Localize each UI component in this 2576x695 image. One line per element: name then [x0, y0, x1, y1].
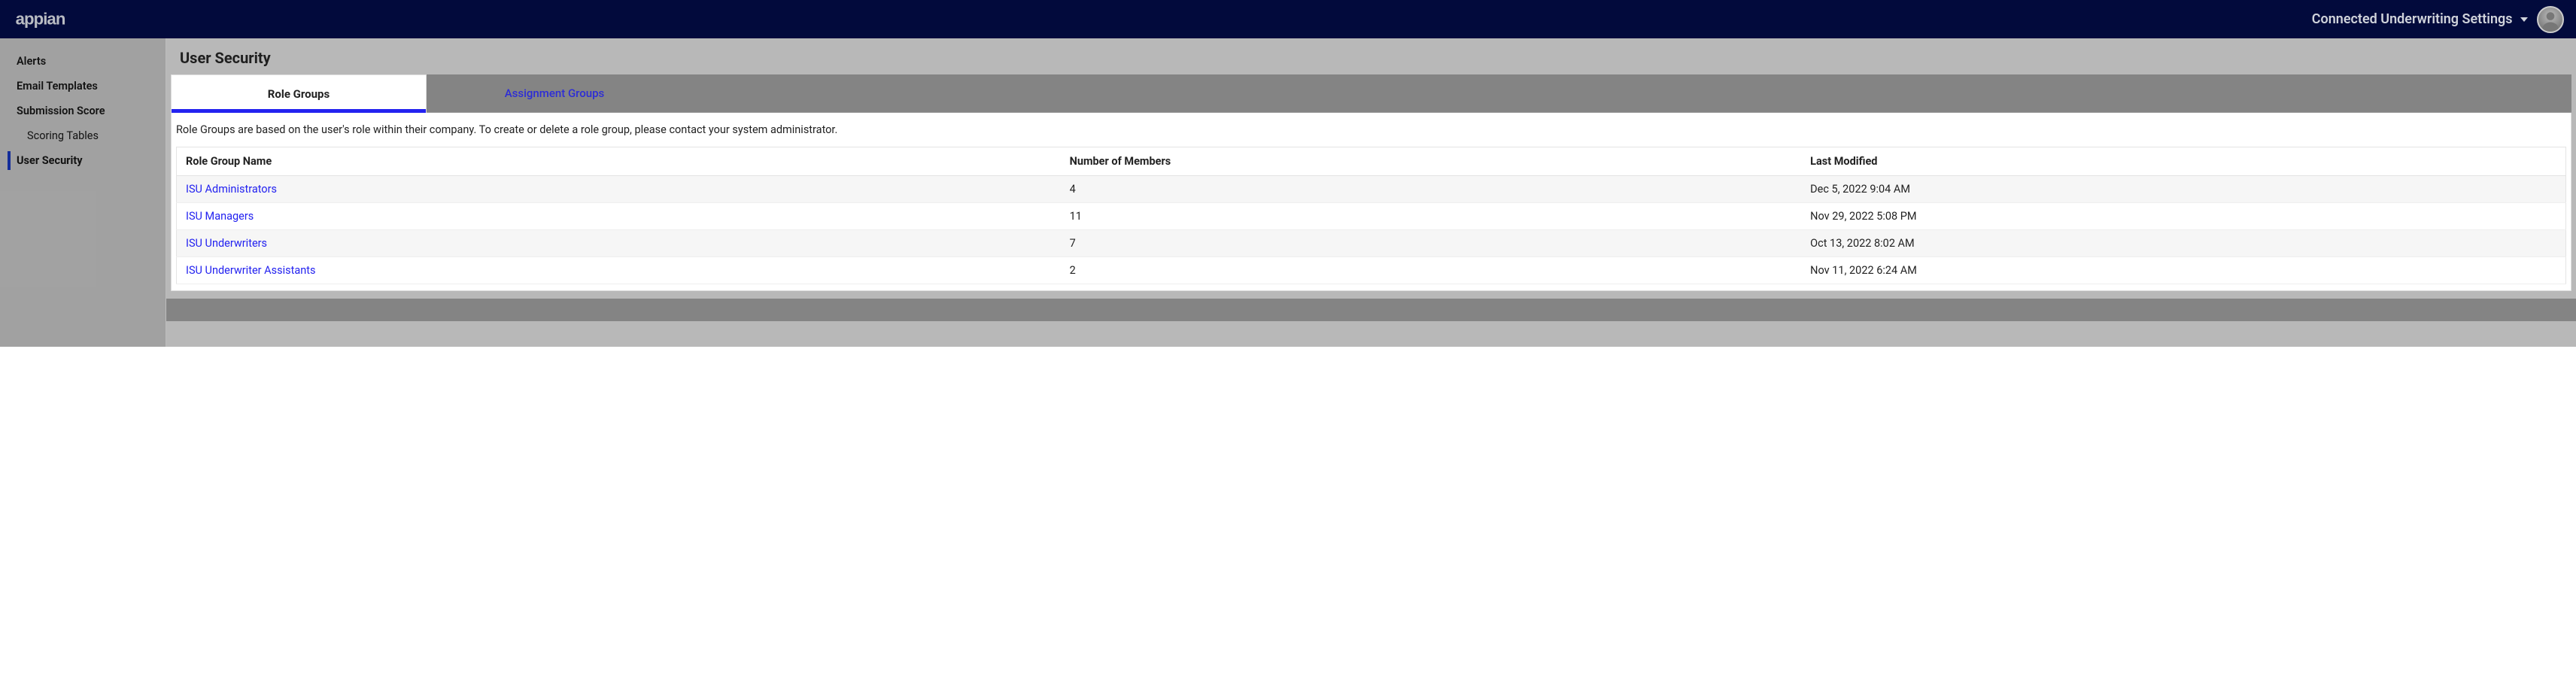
- table-row: ISU Managers 11 Nov 29, 2022 5:08 PM: [177, 203, 2566, 230]
- role-group-link[interactable]: ISU Managers: [186, 210, 254, 223]
- sidebar-item-label: Email Templates: [17, 80, 98, 93]
- settings-dropdown[interactable]: Connected Underwriting Settings: [2312, 11, 2528, 27]
- main-content: User Security Role Groups Assignment Gro…: [166, 38, 2576, 347]
- sidebar-item-email-templates[interactable]: Email Templates: [0, 74, 166, 99]
- col-header-modified[interactable]: Last Modified: [1801, 147, 2565, 176]
- sidebar-item-submission-score[interactable]: Submission Score: [0, 99, 166, 123]
- brand-logo[interactable]: appian: [12, 11, 102, 29]
- user-avatar[interactable]: [2537, 6, 2564, 33]
- role-groups-table: Role Group Name Number of Members Last M…: [176, 147, 2566, 284]
- tab-label: Assignment Groups: [505, 86, 605, 100]
- role-groups-description: Role Groups are based on the user's role…: [172, 113, 2571, 147]
- svg-text:appian: appian: [16, 11, 65, 28]
- cell-members: 4: [1061, 176, 1802, 203]
- table-row: ISU Administrators 4 Dec 5, 2022 9:04 AM: [177, 176, 2566, 203]
- cell-members: 7: [1061, 230, 1802, 257]
- app-header: appian Connected Underwriting Settings: [0, 0, 2576, 38]
- tab-label: Role Groups: [268, 87, 330, 101]
- col-header-name[interactable]: Role Group Name: [177, 147, 1061, 176]
- sidebar-item-label: User Security: [17, 154, 83, 167]
- col-header-members[interactable]: Number of Members: [1061, 147, 1802, 176]
- sidebar-item-scoring-tables[interactable]: Scoring Tables: [0, 123, 166, 148]
- sidebar: Alerts Email Templates Submission Score …: [0, 38, 166, 347]
- sidebar-item-alerts[interactable]: Alerts: [0, 49, 166, 74]
- cell-modified: Nov 11, 2022 6:24 AM: [1801, 257, 2565, 284]
- sidebar-item-label: Scoring Tables: [27, 129, 99, 142]
- settings-dropdown-label: Connected Underwriting Settings: [2312, 11, 2513, 27]
- cell-modified: Nov 29, 2022 5:08 PM: [1801, 203, 2565, 230]
- cell-modified: Oct 13, 2022 8:02 AM: [1801, 230, 2565, 257]
- role-group-link[interactable]: ISU Underwriters: [186, 237, 267, 250]
- tab-assignment-groups[interactable]: Assignment Groups: [427, 74, 682, 113]
- cell-modified: Dec 5, 2022 9:04 AM: [1801, 176, 2565, 203]
- chevron-down-icon: [2520, 17, 2528, 22]
- tab-role-groups[interactable]: Role Groups: [171, 74, 427, 113]
- table-row: ISU Underwriters 7 Oct 13, 2022 8:02 AM: [177, 230, 2566, 257]
- cell-members: 11: [1061, 203, 1802, 230]
- cell-members: 2: [1061, 257, 1802, 284]
- sidebar-item-label: Alerts: [17, 55, 46, 68]
- role-group-link[interactable]: ISU Underwriter Assistants: [186, 264, 315, 277]
- table-row: ISU Underwriter Assistants 2 Nov 11, 202…: [177, 257, 2566, 284]
- page-title: User Security: [180, 49, 2562, 67]
- sidebar-item-label: Submission Score: [17, 105, 105, 117]
- sidebar-item-user-security[interactable]: User Security: [0, 148, 166, 173]
- role-groups-panel: Role Groups are based on the user's role…: [171, 113, 2571, 291]
- tabs: Role Groups Assignment Groups: [171, 74, 2571, 113]
- role-group-link[interactable]: ISU Administrators: [186, 183, 277, 196]
